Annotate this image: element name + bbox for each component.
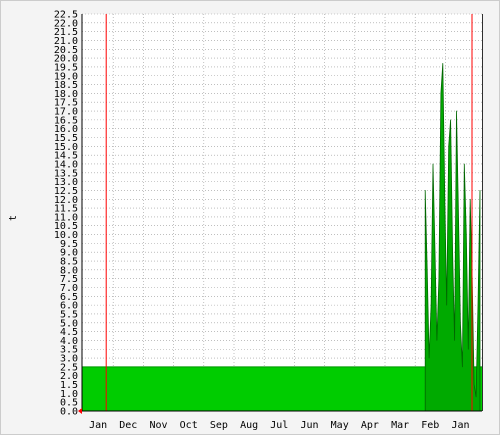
x-tick-label: Dec — [119, 420, 137, 431]
x-tick-label: Jun — [300, 420, 318, 431]
y-axis-label: t — [8, 215, 19, 221]
x-tick-label: Nov — [149, 420, 167, 431]
x-tick-label: Mar — [391, 420, 409, 431]
x-tick-label: Jan — [451, 420, 469, 431]
plot-area: 0.00.51.01.52.02.53.03.54.04.55.05.56.06… — [54, 10, 483, 431]
x-tick-label: Apr — [361, 420, 379, 431]
x-tick-label: Oct — [180, 420, 198, 431]
baseline-area — [82, 366, 482, 411]
x-tick-label: Aug — [240, 420, 258, 431]
plot-background — [82, 14, 482, 411]
x-tick-label: May — [331, 420, 349, 431]
x-tick-label: Jan — [89, 420, 107, 431]
plot-right-edge — [482, 14, 483, 411]
y-tick-label: 22.5 — [54, 10, 78, 21]
chart: t 0.00.51.01.52.02.53.03.54.04.55.05.56.… — [0, 0, 500, 435]
x-tick-label: Jul — [270, 420, 288, 431]
x-tick-label: Sep — [210, 420, 228, 431]
x-tick-label: Feb — [421, 420, 439, 431]
